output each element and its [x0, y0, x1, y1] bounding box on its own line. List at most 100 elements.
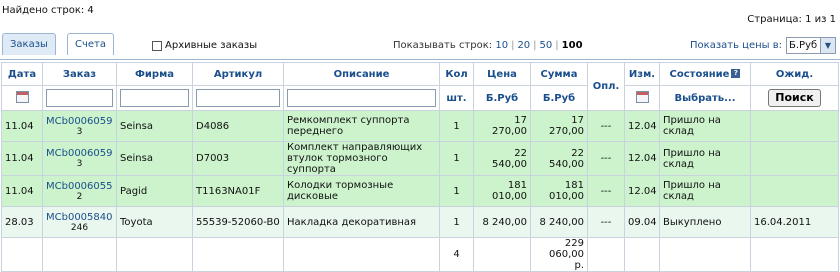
article-filter-input[interactable]	[196, 89, 280, 107]
filter-row: шт. Б.Руб Б.Руб Выбрать... Поиск	[1, 85, 839, 111]
row-firm: Seinsa	[116, 141, 193, 176]
col-price-header[interactable]: Цена	[473, 62, 531, 86]
row-changed: 12.04	[624, 110, 660, 142]
header-row: Дата Заказ Фирма Артикул Описание Кол Це…	[1, 62, 839, 111]
totals-row: 4 229 060,00 р.	[1, 237, 839, 272]
currency-select[interactable]: Б.Руб ▼	[786, 37, 836, 54]
row-price: 17 270,00	[473, 110, 531, 142]
row-status: Пришло на склад	[659, 141, 751, 176]
desc-filter-input[interactable]	[287, 89, 436, 107]
table-row: 11.04 MCb0006059 3 Seinsa D7003 Комплект …	[1, 141, 839, 176]
row-qty: 1	[439, 141, 474, 176]
col-sum-header[interactable]: Сумма	[530, 62, 588, 86]
search-button[interactable]: Поиск	[768, 89, 821, 107]
row-sum: 17 270,00	[530, 110, 588, 142]
tab-invoices[interactable]: Счета	[67, 33, 114, 55]
row-firm: Toyota	[116, 206, 193, 238]
col-date-header[interactable]: Дата	[1, 62, 43, 86]
row-order-cell: MCb0005840 246	[42, 206, 117, 238]
order-link[interactable]: MCb0006059	[46, 148, 113, 159]
row-order-cell: MCb0006055 2	[42, 175, 117, 207]
row-paid: ---	[587, 110, 625, 142]
total-qty: 4	[439, 237, 474, 272]
row-date: 11.04	[1, 110, 43, 142]
table-row: 11.04 MCb0006055 2 Pagid T1163NA01F Колод…	[1, 175, 839, 207]
row-paid: ---	[587, 206, 625, 238]
col-paid-header[interactable]: Опл.	[587, 62, 625, 111]
chevron-down-icon[interactable]: ▼	[820, 38, 835, 53]
row-firm: Pagid	[116, 175, 193, 207]
row-article: 55539-52060-B0	[192, 206, 284, 238]
row-price: 181 010,00	[473, 175, 531, 207]
row-article: D7003	[192, 141, 284, 176]
row-firm: Seinsa	[116, 110, 193, 142]
currency-select-value: Б.Руб	[789, 40, 818, 51]
row-order-cell: MCb0006059 3	[42, 141, 117, 176]
col-status-header[interactable]: Состояние?	[659, 62, 751, 86]
rows-option-100[interactable]: 100	[562, 40, 583, 51]
row-sum: 181 010,00	[530, 175, 588, 207]
col-article-header[interactable]: Артикул	[192, 62, 284, 86]
rows-per-page-label: Показывать строк:	[393, 40, 493, 51]
page-indicator: Страница: 1 из 1	[747, 14, 836, 25]
tab-divider	[0, 59, 840, 60]
rows-option-50[interactable]: 50	[540, 40, 553, 51]
total-sum: 229 060,00	[549, 238, 584, 261]
row-changed: 12.04	[624, 175, 660, 207]
row-changed: 09.04	[624, 206, 660, 238]
row-price: 22 540,00	[473, 141, 531, 176]
price-currency-control: Показать цены в: Б.Руб ▼	[690, 37, 836, 54]
firm-filter-input[interactable]	[120, 89, 189, 107]
tab-orders[interactable]: Заказы	[2, 33, 56, 55]
row-expected: 16.04.2011	[750, 206, 839, 238]
row-date: 11.04	[1, 175, 43, 207]
row-qty: 1	[439, 175, 474, 207]
order-link[interactable]: MCb0006055	[46, 181, 113, 192]
col-qty-header[interactable]: Кол	[439, 62, 474, 86]
row-order-cell: MCb0006059 3	[42, 110, 117, 142]
table-row: 11.04 MCb0006059 3 Seinsa D4086 Ремкомпле…	[1, 110, 839, 142]
row-paid: ---	[587, 175, 625, 207]
row-changed: 12.04	[624, 141, 660, 176]
order-filter-input[interactable]	[46, 89, 113, 107]
archive-checkbox[interactable]	[152, 40, 162, 51]
row-status: Выкуплено	[659, 206, 751, 238]
rows-found-label: Найдено строк: 4	[2, 5, 94, 16]
order-sub: 3	[76, 126, 83, 137]
row-desc: Ремкомплект суппорта переднего	[283, 110, 440, 142]
calendar-icon[interactable]	[15, 90, 29, 103]
row-qty: 1	[439, 206, 474, 238]
row-sum: 22 540,00	[530, 141, 588, 176]
row-sum: 8 240,00	[530, 206, 588, 238]
rows-option-10[interactable]: 10	[495, 40, 508, 51]
help-icon[interactable]: ?	[731, 69, 741, 78]
col-order-header[interactable]: Заказ	[42, 62, 117, 86]
col-expected-header[interactable]: Ожид.	[750, 62, 839, 86]
row-price: 8 240,00	[473, 206, 531, 238]
row-status: Пришло на склад	[659, 175, 751, 207]
archive-label: Архивные заказы	[165, 40, 258, 51]
row-expected	[750, 141, 839, 176]
col-desc-header[interactable]: Описание	[283, 62, 440, 86]
rows-per-page: Показывать строк: 10 | 20 | 50 | 100	[393, 40, 583, 51]
order-sub: 3	[76, 159, 83, 169]
archive-toggle[interactable]: Архивные заказы	[152, 40, 257, 51]
sum-unit: Б.Руб	[530, 85, 588, 111]
orders-table: Дата Заказ Фирма Артикул Описание Кол Це…	[1, 62, 839, 272]
qty-unit: шт.	[439, 85, 474, 111]
table-row: 28.03 MCb0005840 246 Toyota 55539-52060-B…	[1, 206, 839, 238]
order-sub: 2	[76, 191, 83, 202]
order-link[interactable]: MCb0005840	[46, 212, 113, 223]
row-expected	[750, 110, 839, 142]
col-firm-header[interactable]: Фирма	[116, 62, 193, 86]
price-unit: Б.Руб	[473, 85, 531, 111]
total-sum-unit: р.	[574, 260, 584, 271]
row-desc: Колодки тормозные дисковые	[283, 175, 440, 207]
rows-option-20[interactable]: 20	[517, 40, 530, 51]
row-date: 11.04	[1, 141, 43, 176]
status-select-link[interactable]: Выбрать...	[659, 85, 751, 111]
calendar-icon[interactable]	[635, 90, 649, 103]
order-link[interactable]: MCb0006059	[46, 116, 113, 127]
col-changed-header[interactable]: Изм.	[624, 62, 660, 86]
order-sub: 246	[70, 222, 89, 233]
